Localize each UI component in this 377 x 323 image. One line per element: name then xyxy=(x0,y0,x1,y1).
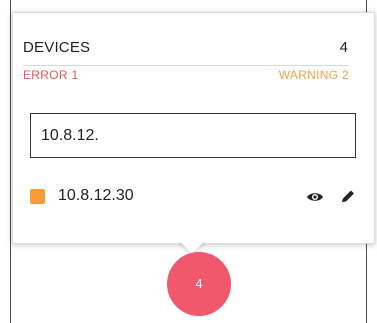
devices-header: DEVICES 4 xyxy=(23,27,348,66)
warning-count[interactable]: WARNING 2 xyxy=(279,68,349,82)
eye-icon[interactable] xyxy=(306,189,324,205)
devices-title: DEVICES xyxy=(23,39,91,56)
devices-count: 4 xyxy=(339,39,348,56)
pencil-icon[interactable] xyxy=(339,189,357,205)
device-ip: 10.8.12.30 xyxy=(58,187,134,204)
map-view: DEVICES 4 ERROR 1 WARNING 2 10.8.12.30 4 xyxy=(0,0,377,323)
device-status-indicator xyxy=(30,189,45,204)
cluster-count: 4 xyxy=(195,276,203,291)
frame-edge-left xyxy=(10,0,11,323)
error-count[interactable]: ERROR 1 xyxy=(23,68,78,82)
device-cluster-badge[interactable]: 4 xyxy=(167,252,231,316)
device-list-item[interactable]: 10.8.12.30 xyxy=(30,185,360,209)
device-search-input[interactable] xyxy=(30,113,356,158)
